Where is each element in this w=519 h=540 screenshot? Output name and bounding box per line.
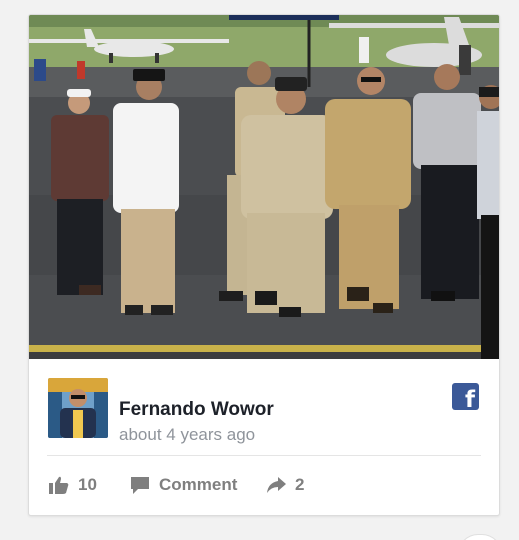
share-arrow-icon bbox=[267, 477, 286, 493]
divider bbox=[47, 455, 481, 456]
like-button[interactable]: 10 bbox=[49, 470, 97, 500]
author-name[interactable]: Fernando Wowor bbox=[119, 399, 274, 421]
post-timestamp[interactable]: about 4 years ago bbox=[119, 425, 255, 445]
thumbs-up-icon bbox=[49, 476, 69, 494]
post-actions: 10 Comment 2 bbox=[29, 470, 499, 500]
post-photo[interactable] bbox=[29, 15, 499, 359]
avatar[interactable] bbox=[48, 378, 108, 438]
floating-button-edge[interactable] bbox=[458, 534, 502, 540]
like-count: 10 bbox=[78, 475, 97, 494]
share-button[interactable]: 2 bbox=[266, 470, 304, 500]
comment-label: Comment bbox=[159, 475, 238, 494]
speech-bubble-icon bbox=[131, 476, 149, 494]
comment-button[interactable]: Comment bbox=[130, 470, 237, 500]
facebook-icon[interactable]: f bbox=[452, 383, 479, 412]
post-card: Fernando Wowor about 4 years ago f 10 Co… bbox=[28, 14, 500, 516]
share-count: 2 bbox=[295, 475, 305, 494]
post-author-row: Fernando Wowor about 4 years ago f bbox=[29, 359, 499, 457]
